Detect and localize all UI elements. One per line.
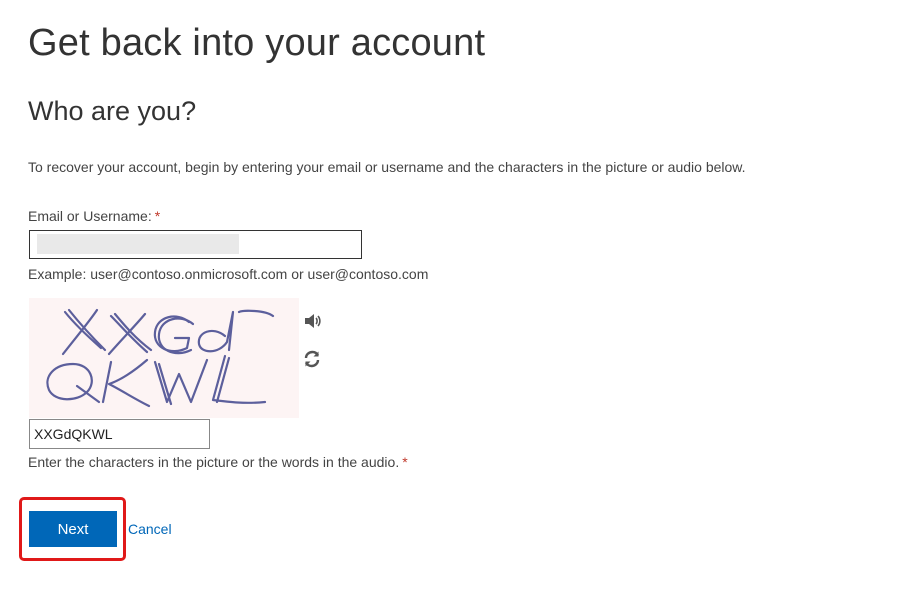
next-button[interactable]: Next: [29, 511, 117, 547]
refresh-icon: [304, 350, 320, 368]
captcha-input[interactable]: [29, 419, 210, 449]
email-label-text: Email or Username:: [28, 208, 152, 224]
intro-text: To recover your account, begin by enteri…: [28, 159, 746, 175]
email-label: Email or Username: *: [28, 208, 160, 224]
page-subtitle: Who are you?: [28, 96, 197, 126]
captcha-distorted-text: [46, 308, 275, 408]
required-marker: *: [154, 208, 161, 224]
captcha-help-label: Enter the characters in the picture or t…: [28, 454, 400, 470]
speaker-icon: [305, 314, 321, 328]
email-input[interactable]: [29, 230, 362, 259]
captcha-help-text: Enter the characters in the picture or t…: [28, 454, 408, 470]
page-title: Get back into your account: [28, 22, 486, 64]
required-marker: *: [402, 454, 408, 470]
cancel-link[interactable]: Cancel: [128, 521, 172, 537]
recovery-page: Get back into your account Who are you? …: [0, 0, 910, 610]
captcha-image: [29, 298, 299, 418]
captcha-audio-button[interactable]: [302, 311, 322, 331]
email-example-text: Example: user@contoso.onmicrosoft.com or…: [28, 266, 429, 282]
captcha-refresh-button[interactable]: [302, 349, 322, 369]
